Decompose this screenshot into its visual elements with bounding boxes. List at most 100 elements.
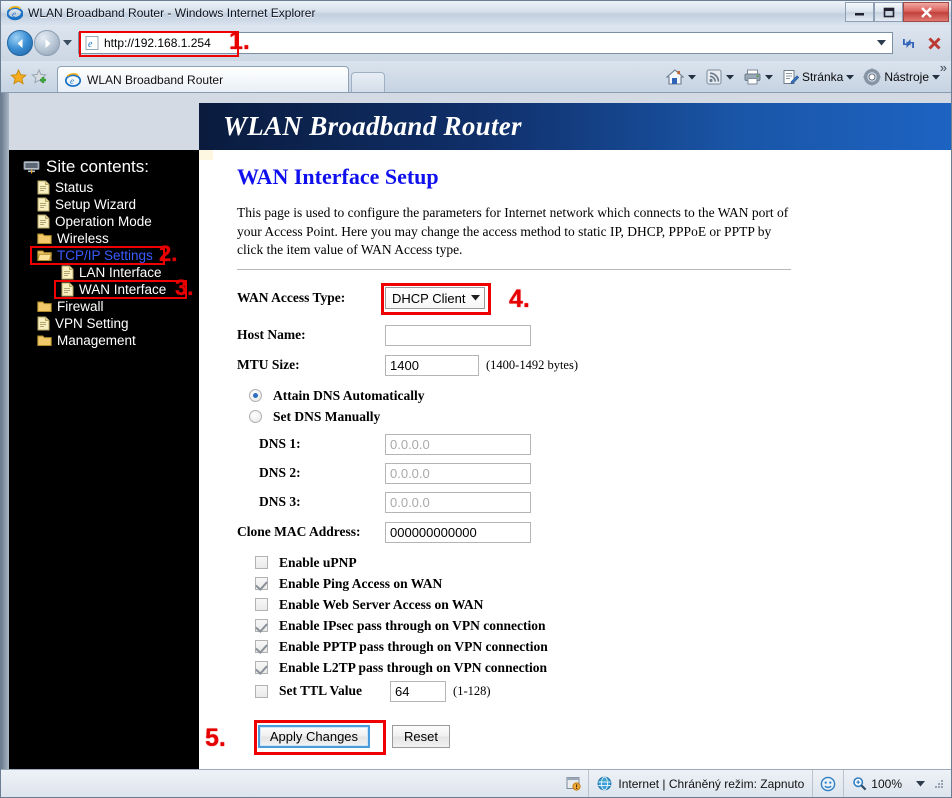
sidebar-item-operation-mode[interactable]: Operation Mode bbox=[9, 213, 199, 230]
document-icon bbox=[37, 214, 50, 229]
set-ttl-checkbox[interactable] bbox=[255, 684, 268, 698]
privacy-report-button[interactable] bbox=[813, 770, 845, 797]
document-icon bbox=[37, 316, 50, 331]
address-dropdown-button[interactable] bbox=[872, 33, 890, 53]
field-row-mtu-size: MTU Size: (1400-1492 bytes) bbox=[237, 354, 951, 376]
maximize-button[interactable] bbox=[874, 2, 903, 22]
sidebar-item-lan-interface[interactable]: LAN Interface bbox=[9, 264, 199, 281]
resize-grip-icon[interactable] bbox=[933, 778, 945, 790]
form-action-row: 5. Apply Changes Reset bbox=[205, 719, 951, 755]
mtu-size-input[interactable] bbox=[385, 354, 479, 376]
clone-mac-input[interactable] bbox=[385, 521, 531, 543]
dns-auto-radio[interactable] bbox=[249, 389, 262, 403]
zoom-control[interactable]: 100% bbox=[844, 776, 951, 791]
annotation-5: 5. bbox=[205, 723, 226, 752]
new-tab-button[interactable] bbox=[351, 72, 385, 92]
dns-manual-radio[interactable] bbox=[249, 410, 262, 424]
print-icon bbox=[744, 69, 761, 85]
checkbox-row-ping-wan[interactable]: Enable Ping Access on WAN bbox=[237, 576, 951, 592]
sidebar-item-vpn-setting[interactable]: VPN Setting bbox=[9, 315, 199, 332]
enable-pptp-checkbox[interactable] bbox=[255, 640, 268, 654]
host-name-input[interactable] bbox=[385, 324, 531, 346]
close-button[interactable] bbox=[903, 2, 949, 22]
chevron-down-icon[interactable] bbox=[916, 780, 925, 787]
dns3-input[interactable] bbox=[385, 491, 531, 513]
dns1-label: DNS 1: bbox=[259, 436, 301, 452]
print-button[interactable] bbox=[741, 64, 780, 90]
forward-button[interactable] bbox=[34, 30, 60, 56]
sidebar-item-wireless[interactable]: Wireless bbox=[9, 230, 199, 247]
recent-pages-button[interactable] bbox=[60, 30, 74, 56]
tools-menu-button[interactable]: Nástroje bbox=[861, 64, 947, 90]
svg-text:e: e bbox=[70, 76, 74, 86]
sidebar-item-firewall[interactable]: Firewall bbox=[9, 298, 199, 315]
checkbox-row-ttl[interactable]: Set TTL Value (1-128) bbox=[237, 680, 951, 702]
radio-row-dns-manual[interactable]: Set DNS Manually bbox=[237, 409, 951, 425]
feeds-button[interactable] bbox=[703, 64, 741, 90]
forward-arrow-icon bbox=[45, 38, 50, 48]
checkbox-row-l2tp[interactable]: Enable L2TP pass through on VPN connecti… bbox=[237, 660, 951, 676]
star-icon bbox=[9, 69, 27, 85]
sidebar-item-wan-interface[interactable]: WAN Interface 3. bbox=[9, 277, 199, 299]
enable-l2tp-checkbox[interactable] bbox=[255, 661, 268, 675]
back-button[interactable] bbox=[7, 30, 33, 56]
annotation-2: 2. bbox=[159, 241, 178, 266]
stop-button[interactable] bbox=[921, 31, 947, 55]
sidebar-item-label: Status bbox=[55, 180, 94, 195]
enable-ipsec-checkbox[interactable] bbox=[255, 619, 268, 633]
checkbox-row-pptp[interactable]: Enable PPTP pass through on VPN connecti… bbox=[237, 639, 951, 655]
page-icon bbox=[783, 69, 799, 84]
ttl-value-input[interactable] bbox=[390, 680, 447, 702]
sidebar-item-label: VPN Setting bbox=[55, 316, 129, 331]
checkbox-row-web-server-wan[interactable]: Enable Web Server Access on WAN bbox=[237, 597, 951, 613]
minimize-button[interactable] bbox=[845, 2, 874, 22]
folder-icon bbox=[37, 233, 52, 244]
command-overflow-button[interactable]: » bbox=[940, 60, 947, 75]
dns1-input[interactable] bbox=[385, 433, 531, 455]
home-icon bbox=[665, 69, 685, 85]
divider bbox=[237, 268, 791, 270]
zoom-level: 100% bbox=[871, 776, 902, 791]
sidebar-item-status[interactable]: Status bbox=[9, 179, 199, 196]
dns-manual-label: Set DNS Manually bbox=[273, 408, 381, 424]
chevron-down-icon[interactable] bbox=[687, 74, 696, 80]
enable-ping-access-checkbox[interactable] bbox=[255, 577, 268, 591]
chevron-down-icon[interactable] bbox=[932, 74, 940, 80]
chevron-down-icon[interactable] bbox=[846, 74, 855, 80]
address-bar-row: e http://192.168.1.254 1. bbox=[1, 25, 951, 61]
checkbox-row-ipsec[interactable]: Enable IPsec pass through on VPN connect… bbox=[237, 618, 951, 634]
radio-row-dns-auto[interactable]: Attain DNS Automatically bbox=[237, 388, 951, 404]
page-viewport: Site contents: Status Setup Wizard Opera… bbox=[1, 92, 951, 769]
home-button[interactable] bbox=[663, 64, 703, 90]
banner-title: WLAN Broadband Router bbox=[223, 111, 522, 141]
address-field[interactable]: e http://192.168.1.254 bbox=[78, 31, 893, 57]
field-row-wan-access-type: WAN Access Type: DHCP Client 4. bbox=[237, 283, 951, 316]
add-favorite-button[interactable] bbox=[29, 62, 51, 92]
enable-web-server-checkbox[interactable] bbox=[255, 598, 268, 612]
reset-button[interactable]: Reset bbox=[392, 724, 450, 748]
security-zone-indicator[interactable]: Internet | Chráněný režim: Zapnuto bbox=[589, 770, 814, 797]
host-name-label: Host Name: bbox=[237, 327, 306, 343]
sidebar-item-tcpip-settings[interactable]: TCP/IP Settings 2. bbox=[9, 243, 199, 265]
dns2-input[interactable] bbox=[385, 462, 531, 484]
viewport-left-bevel bbox=[1, 93, 9, 769]
security-indicator[interactable] bbox=[558, 770, 590, 797]
gear-icon bbox=[863, 68, 881, 86]
enable-l2tp-label: Enable L2TP pass through on VPN connecti… bbox=[279, 659, 548, 675]
chevron-down-icon[interactable] bbox=[725, 74, 734, 80]
page-menu-label: Stránka bbox=[801, 70, 844, 84]
page-menu-button[interactable]: Stránka bbox=[780, 64, 861, 90]
sidebar-item-setup-wizard[interactable]: Setup Wizard bbox=[9, 196, 199, 213]
checkbox-row-upnp[interactable]: Enable uPNP bbox=[237, 555, 951, 571]
apply-changes-button[interactable]: Apply Changes bbox=[257, 724, 371, 748]
magnifier-icon bbox=[853, 777, 867, 791]
sidebar-item-management[interactable]: Management bbox=[9, 332, 199, 349]
tab-wlan-broadband-router[interactable]: e WLAN Broadband Router bbox=[57, 66, 349, 92]
enable-upnp-checkbox[interactable] bbox=[255, 556, 268, 570]
refresh-button[interactable] bbox=[895, 31, 921, 55]
chevron-down-icon[interactable] bbox=[764, 74, 773, 80]
wan-access-type-select[interactable]: DHCP Client bbox=[381, 283, 491, 316]
annotation-3: 3. bbox=[175, 275, 194, 300]
document-icon bbox=[37, 180, 50, 195]
favorites-button[interactable] bbox=[7, 62, 29, 92]
